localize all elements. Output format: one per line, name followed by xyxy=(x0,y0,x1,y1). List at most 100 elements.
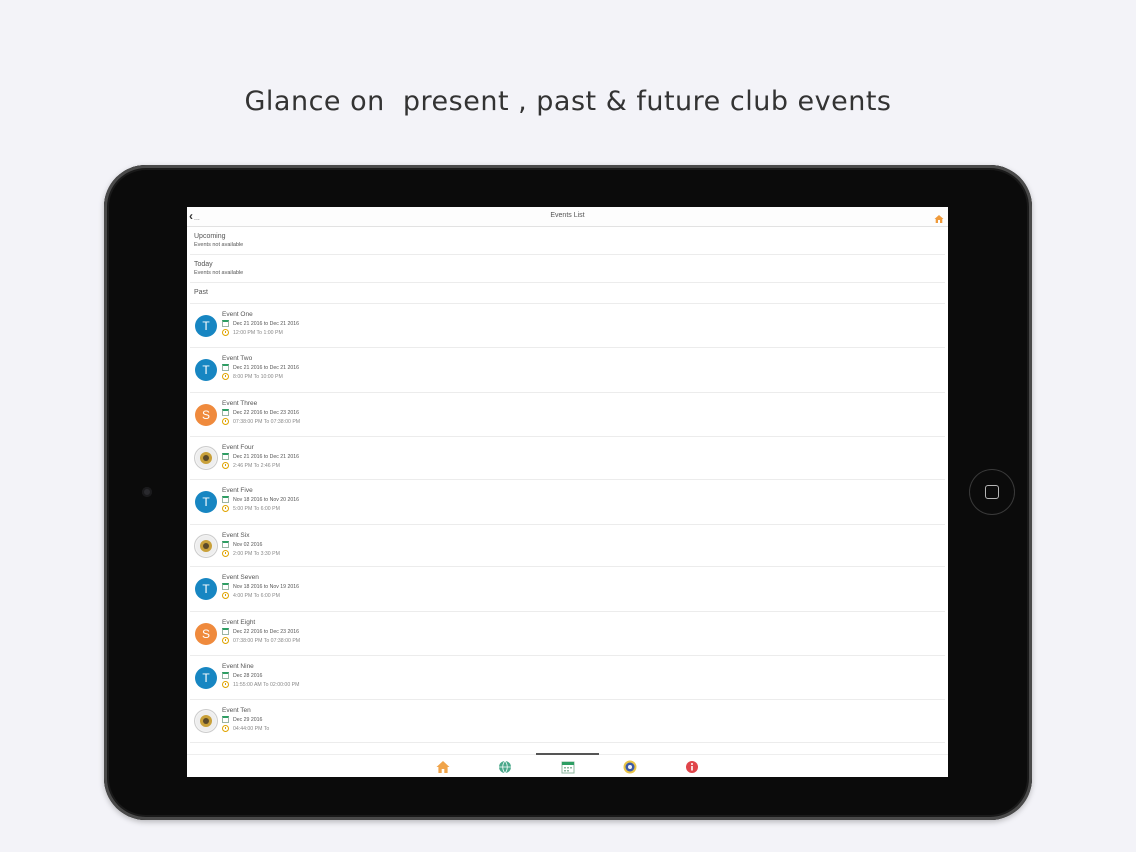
camera-icon xyxy=(142,487,152,497)
event-row[interactable]: T Event Five Nov 18 2016 to Nov 20 2016 5:0… xyxy=(190,480,945,525)
clock-icon xyxy=(222,550,229,557)
event-row[interactable]: T Event Seven Nov 18 2016 to Nov 19 2016 4:… xyxy=(190,567,945,612)
event-dates: Dec 21 2016 to Dec 21 2016 xyxy=(233,453,300,460)
avatar: S xyxy=(195,623,217,645)
event-name: Event Six xyxy=(222,532,250,539)
event-name: Event Five xyxy=(222,487,253,494)
clock-icon xyxy=(222,329,229,336)
clock-icon xyxy=(222,505,229,512)
event-name: Event Eight xyxy=(222,619,256,626)
square-icon xyxy=(985,485,999,499)
clock-icon xyxy=(222,373,229,380)
avatar: T xyxy=(195,359,217,381)
event-row[interactable]: T Event Nine Dec 28 2016 11:55:00 AM To 02:… xyxy=(190,656,945,700)
section-title: Upcoming xyxy=(194,233,226,240)
avatar: T xyxy=(195,667,217,689)
calendar-icon xyxy=(222,628,229,635)
event-name: Event Nine xyxy=(222,663,254,670)
event-details: Event Five Nov 18 2016 to Nov 20 2016 5:00… xyxy=(222,487,299,512)
headline: Glance on present , past & future club e… xyxy=(244,86,892,117)
section-note: Events not available xyxy=(194,242,244,248)
event-row[interactable]: Event Four Dec 21 2016 to Dec 21 2016 2:46… xyxy=(190,437,945,480)
calendar-icon xyxy=(222,409,229,416)
event-details: Event Eight Dec 22 2016 to Dec 23 2016 07:… xyxy=(222,619,300,644)
avatar: S xyxy=(195,404,217,426)
avatar: T xyxy=(195,578,217,600)
globe-icon[interactable] xyxy=(497,759,513,775)
calendar-icon[interactable] xyxy=(560,759,576,775)
event-name: Event Three xyxy=(222,400,258,407)
event-details: Event Two Dec 21 2016 to Dec 21 2016 8:00 … xyxy=(222,355,299,380)
home-icon[interactable] xyxy=(934,211,944,229)
section-today[interactable]: Today Events not available xyxy=(190,255,945,283)
event-time: 2:00 PM To 3:30 PM xyxy=(233,550,280,557)
event-time: 11:55:00 AM To 02:00:00 PM xyxy=(233,681,300,688)
event-row[interactable]: T Event Two Dec 21 2016 to Dec 21 2016 8:00… xyxy=(190,348,945,393)
event-details: Event Seven Nov 18 2016 to Nov 19 2016 4:0… xyxy=(222,574,299,599)
home-icon[interactable] xyxy=(435,759,451,775)
event-dates: Nov 18 2016 to Nov 20 2016 xyxy=(233,496,300,503)
nav-bar: ‹... Events List xyxy=(187,207,948,227)
event-row[interactable]: Event Ten Dec 29 2016 04:44:00 PM To xyxy=(190,700,945,743)
event-dates: Nov 02 2016 xyxy=(233,541,263,548)
event-dates: Nov 18 2016 to Nov 19 2016 xyxy=(233,583,300,590)
active-tab-indicator xyxy=(536,753,599,755)
event-time: 2:46 PM To 2:46 PM xyxy=(233,462,280,469)
section-past[interactable]: Past xyxy=(190,283,945,304)
section-title: Past xyxy=(194,289,209,296)
avatar xyxy=(195,710,217,732)
avatar: T xyxy=(195,315,217,337)
calendar-icon xyxy=(222,496,229,503)
event-row[interactable]: Event Six Nov 02 2016 2:00 PM To 3:30 PM xyxy=(190,525,945,567)
calendar-icon xyxy=(222,453,229,460)
event-time: 4:00 PM To 6:00 PM xyxy=(233,592,280,599)
info-icon[interactable] xyxy=(684,759,700,775)
avatar xyxy=(195,535,217,557)
event-time: 12:00 PM To 1:00 PM xyxy=(233,329,283,336)
section-title: Today xyxy=(194,261,213,268)
event-name: Event Four xyxy=(222,444,254,451)
event-dates: Dec 21 2016 to Dec 21 2016 xyxy=(233,320,300,327)
event-dates: Dec 28 2016 xyxy=(233,672,263,679)
device-home-button[interactable] xyxy=(970,470,1014,514)
event-details: Event Four Dec 21 2016 to Dec 21 2016 2:46… xyxy=(222,444,299,469)
clock-icon xyxy=(222,462,229,469)
event-time: 07:38:00 PM To 07:38:00 PM xyxy=(233,637,301,644)
event-time: 04:44:00 PM To xyxy=(233,725,270,732)
club-emblem-icon[interactable] xyxy=(622,759,638,775)
clock-icon xyxy=(222,592,229,599)
avatar: T xyxy=(195,491,217,513)
event-name: Event One xyxy=(222,311,253,318)
event-row[interactable]: S Event Eight Dec 22 2016 to Dec 23 2016 07… xyxy=(190,612,945,656)
clock-icon xyxy=(222,418,229,425)
calendar-icon xyxy=(222,364,229,371)
avatar xyxy=(195,447,217,469)
calendar-icon xyxy=(222,583,229,590)
section-upcoming[interactable]: Upcoming Events not available xyxy=(190,227,945,255)
calendar-icon xyxy=(222,320,229,327)
clock-icon xyxy=(222,681,229,688)
event-time: 8:00 PM To 10:00 PM xyxy=(233,373,283,380)
event-name: Event Ten xyxy=(222,707,251,714)
event-list: T Event One Dec 21 2016 to Dec 21 2016 12:0… xyxy=(187,304,948,743)
calendar-icon xyxy=(222,541,229,548)
calendar-icon xyxy=(222,716,229,723)
event-details: Event Nine Dec 28 2016 11:55:00 AM To 02:0… xyxy=(222,663,299,688)
event-details: Event Ten Dec 29 2016 04:44:00 PM To xyxy=(222,707,269,732)
event-row[interactable]: S Event Three Dec 22 2016 to Dec 23 2016 07… xyxy=(190,393,945,437)
event-dates: Dec 22 2016 to Dec 23 2016 xyxy=(233,409,300,416)
app-screen: ‹... Events List Upcoming Events not ava… xyxy=(187,207,948,777)
event-name: Event Seven xyxy=(222,574,259,581)
event-dates: Dec 21 2016 to Dec 21 2016 xyxy=(233,364,300,371)
event-dates: Dec 22 2016 to Dec 23 2016 xyxy=(233,628,300,635)
tab-bar xyxy=(187,753,948,777)
event-details: Event Six Nov 02 2016 2:00 PM To 3:30 PM xyxy=(222,532,280,557)
page-title: Events List xyxy=(550,212,585,219)
event-details: Event Three Dec 22 2016 to Dec 23 2016 07:… xyxy=(222,400,300,425)
event-time: 07:38:00 PM To 07:38:00 PM xyxy=(233,418,301,425)
calendar-icon xyxy=(222,672,229,679)
event-row[interactable]: T Event One Dec 21 2016 to Dec 21 2016 12:0… xyxy=(190,304,945,348)
clock-icon xyxy=(222,725,229,732)
event-dates: Dec 29 2016 xyxy=(233,716,263,723)
event-time: 5:00 PM To 6:00 PM xyxy=(233,505,280,512)
